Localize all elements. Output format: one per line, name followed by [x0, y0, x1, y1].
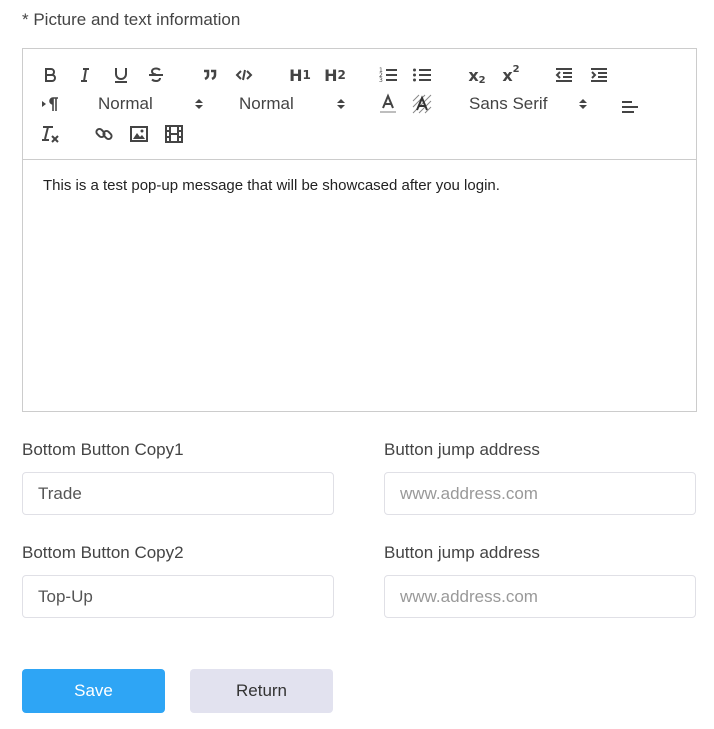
address2-label: Button jump address: [384, 543, 540, 562]
rtl-direction-icon[interactable]: [37, 92, 63, 116]
rich-text-editor: H1 H2 123 x2 x2 Normal Normal Sans Serif…: [22, 48, 697, 412]
section-label: * Picture and text information: [22, 10, 241, 29]
copy1-label: Bottom Button Copy1: [22, 440, 184, 459]
header-picker[interactable]: Normal: [98, 92, 203, 116]
chevron-updown-icon: [579, 99, 587, 109]
copy2-input[interactable]: [22, 575, 334, 618]
copy1-input[interactable]: [22, 472, 334, 515]
address2-input[interactable]: [384, 575, 696, 618]
editor-content[interactable]: This is a test pop-up message that will …: [43, 177, 676, 194]
size-picker[interactable]: Normal: [239, 92, 345, 116]
return-button[interactable]: Return: [190, 669, 333, 713]
italic-icon[interactable]: [72, 63, 98, 87]
font-color-icon[interactable]: [375, 92, 401, 116]
editor-toolbar: H1 H2 123 x2 x2 Normal Normal Sans Serif: [23, 49, 696, 160]
underline-icon[interactable]: [108, 63, 134, 87]
chevron-updown-icon: [337, 99, 345, 109]
blockquote-icon[interactable]: [197, 63, 223, 87]
copy2-label: Bottom Button Copy2: [22, 543, 184, 562]
link-icon[interactable]: [91, 122, 117, 146]
svg-text:3: 3: [379, 77, 383, 84]
indent-icon[interactable]: [586, 63, 612, 87]
save-button[interactable]: Save: [22, 669, 165, 713]
background-color-icon[interactable]: [409, 92, 435, 116]
address1-input[interactable]: [384, 472, 696, 515]
align-left-icon[interactable]: [617, 95, 643, 119]
font-picker-label: Sans Serif: [469, 94, 548, 113]
address1-label: Button jump address: [384, 440, 540, 459]
outdent-icon[interactable]: [551, 63, 577, 87]
code-block-icon[interactable]: [231, 63, 257, 87]
bold-icon[interactable]: [37, 63, 63, 87]
size-picker-label: Normal: [239, 94, 294, 113]
h1-icon[interactable]: H1: [285, 63, 315, 87]
image-icon[interactable]: [126, 122, 152, 146]
superscript-icon[interactable]: x2: [497, 63, 525, 87]
ordered-list-icon[interactable]: 123: [375, 63, 401, 87]
header-picker-label: Normal: [98, 94, 153, 113]
bullet-list-icon[interactable]: [409, 63, 435, 87]
strike-icon[interactable]: [143, 63, 169, 87]
clean-format-icon[interactable]: [37, 122, 63, 146]
font-picker[interactable]: Sans Serif: [469, 92, 587, 116]
h2-icon[interactable]: H2: [320, 63, 350, 87]
video-icon[interactable]: [161, 122, 187, 146]
subscript-icon[interactable]: x2: [463, 63, 491, 87]
chevron-updown-icon: [195, 99, 203, 109]
editor-paragraph: This is a test pop-up message that will …: [43, 177, 500, 194]
